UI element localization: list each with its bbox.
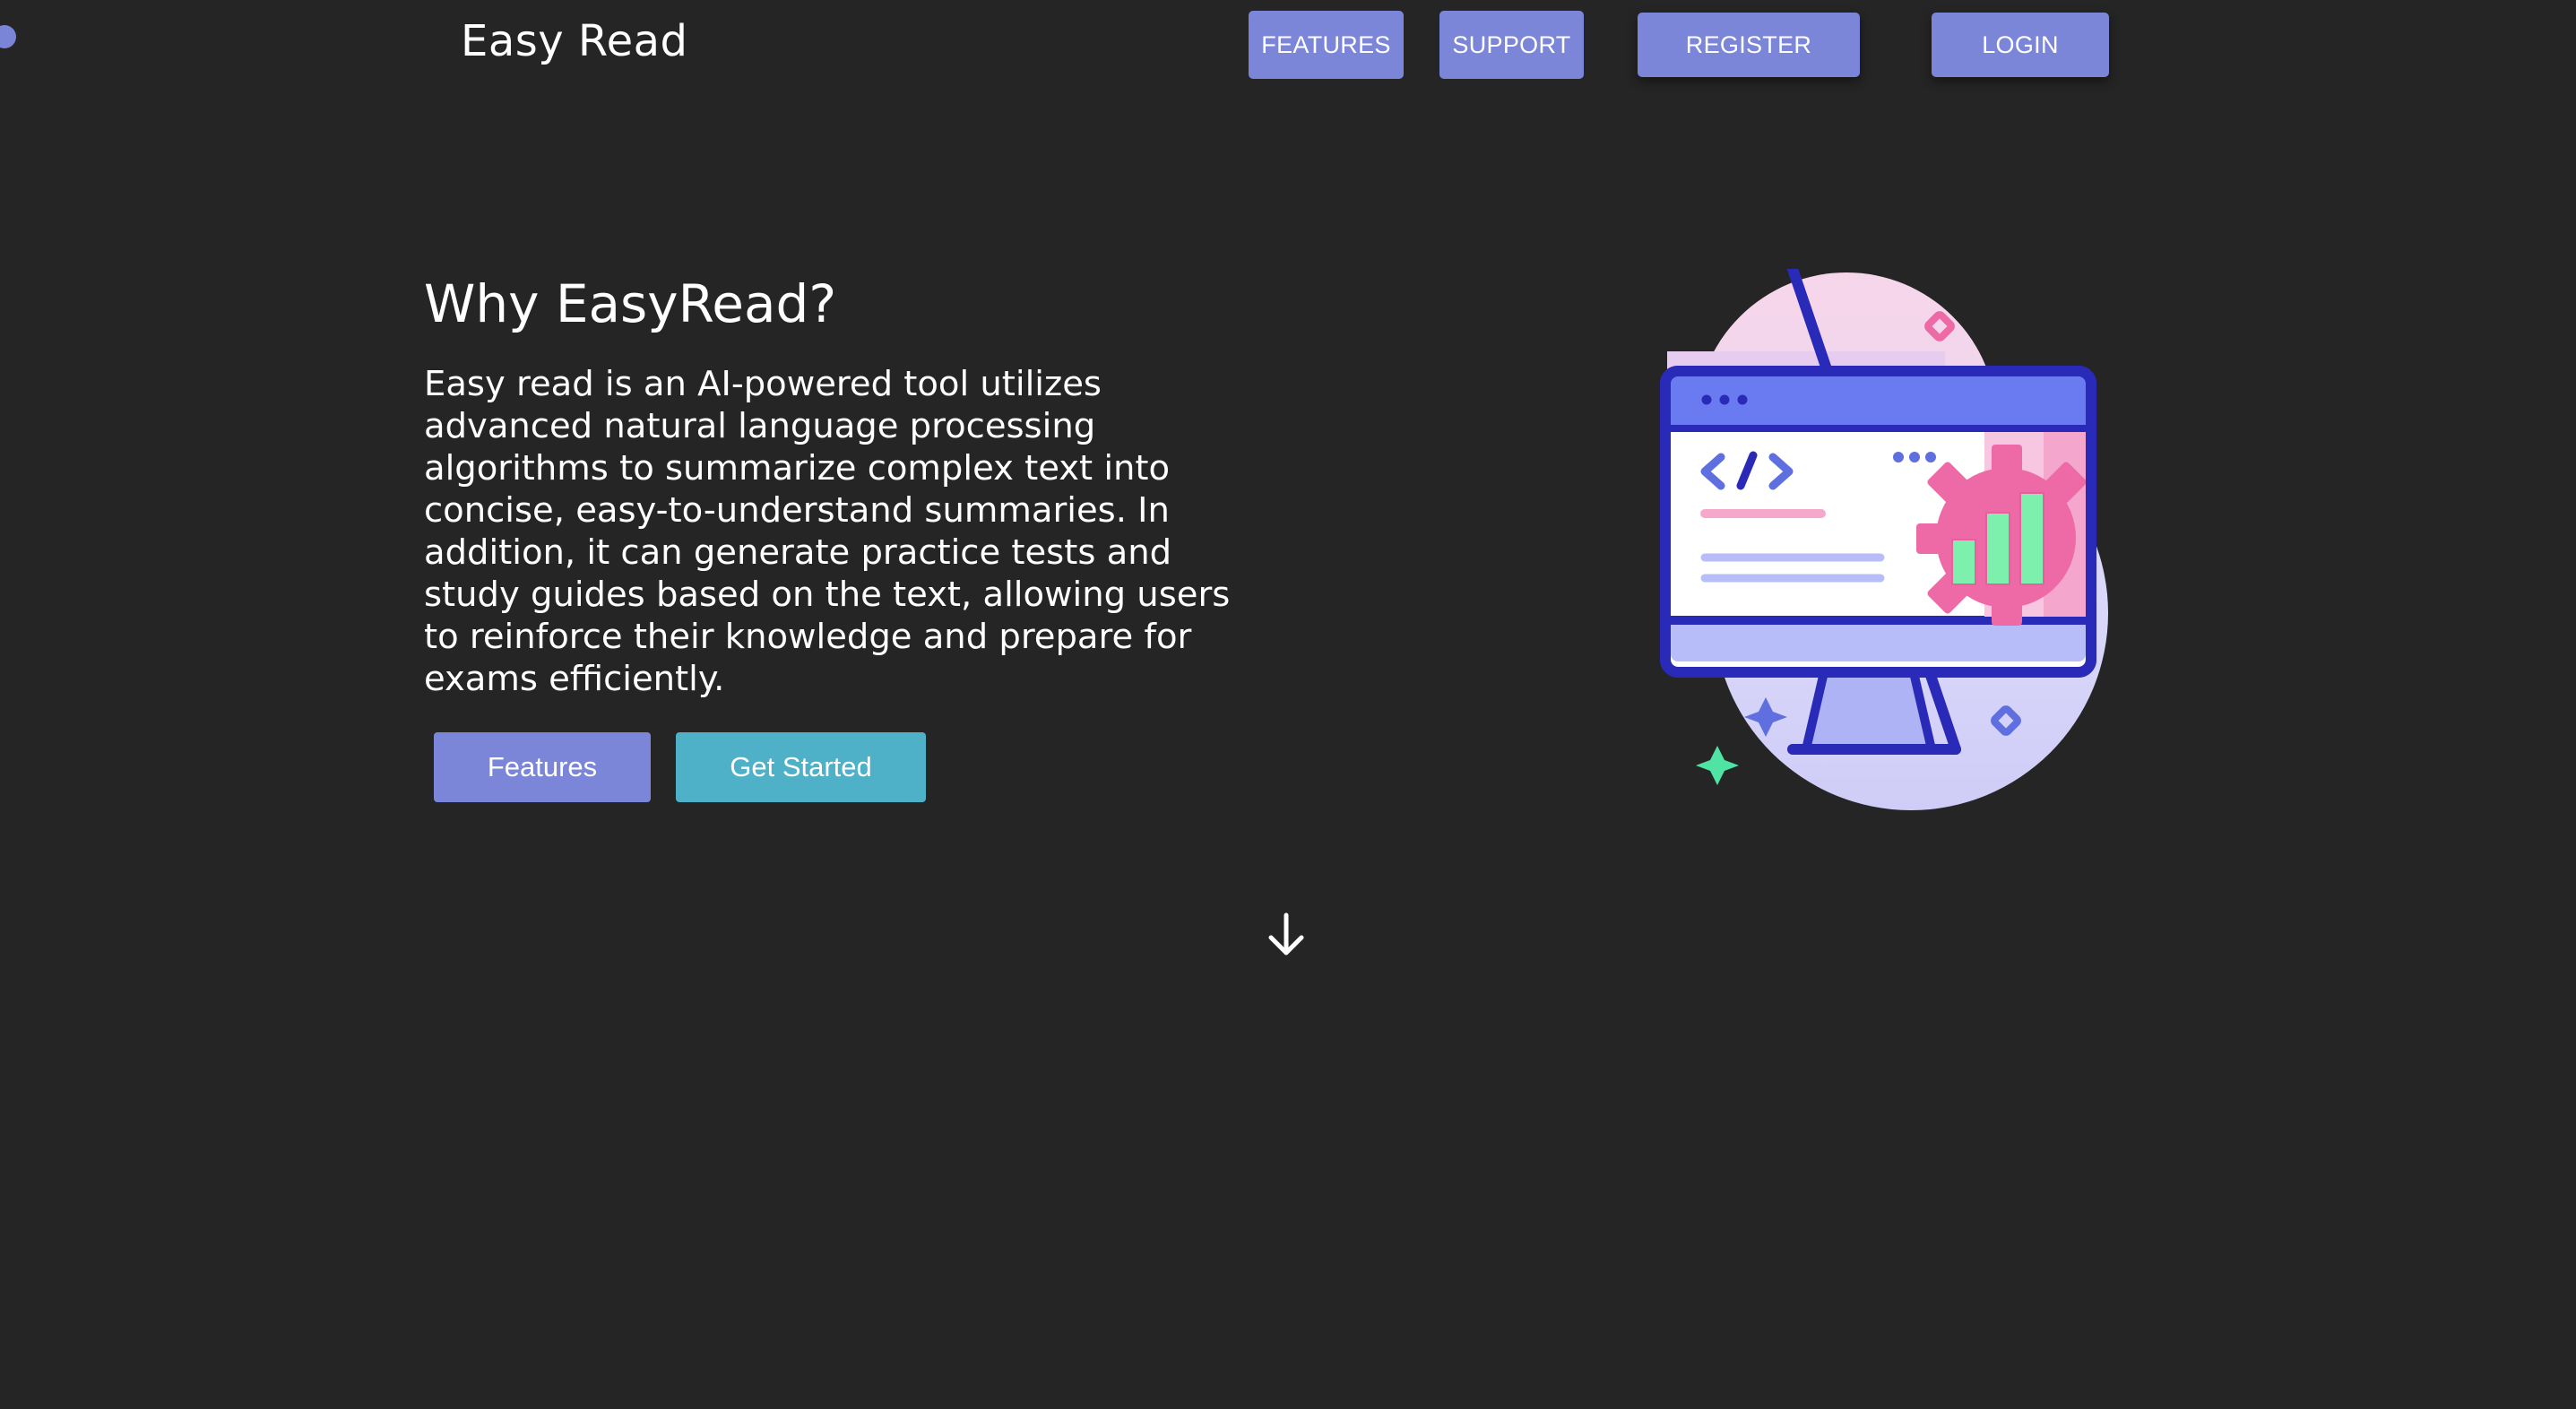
hero-title: Why EasyRead? <box>424 273 837 334</box>
nav-support-button[interactable]: SUPPORT <box>1439 11 1584 79</box>
arrow-down-icon[interactable] <box>1264 910 1309 960</box>
corner-dot <box>0 25 16 48</box>
nav-features-button[interactable]: FEATURES <box>1249 11 1404 79</box>
computer-monitor-analytics-icon <box>1660 269 2108 810</box>
brand-logo[interactable]: Easy Read <box>461 16 688 66</box>
get-started-button[interactable]: Get Started <box>676 732 926 802</box>
nav-register-button[interactable]: REGISTER <box>1638 13 1860 77</box>
nav-login-button[interactable]: LOGIN <box>1932 13 2109 77</box>
features-button[interactable]: Features <box>434 732 651 802</box>
hero-description: Easy read is an AI-powered tool utilizes… <box>424 364 1231 699</box>
